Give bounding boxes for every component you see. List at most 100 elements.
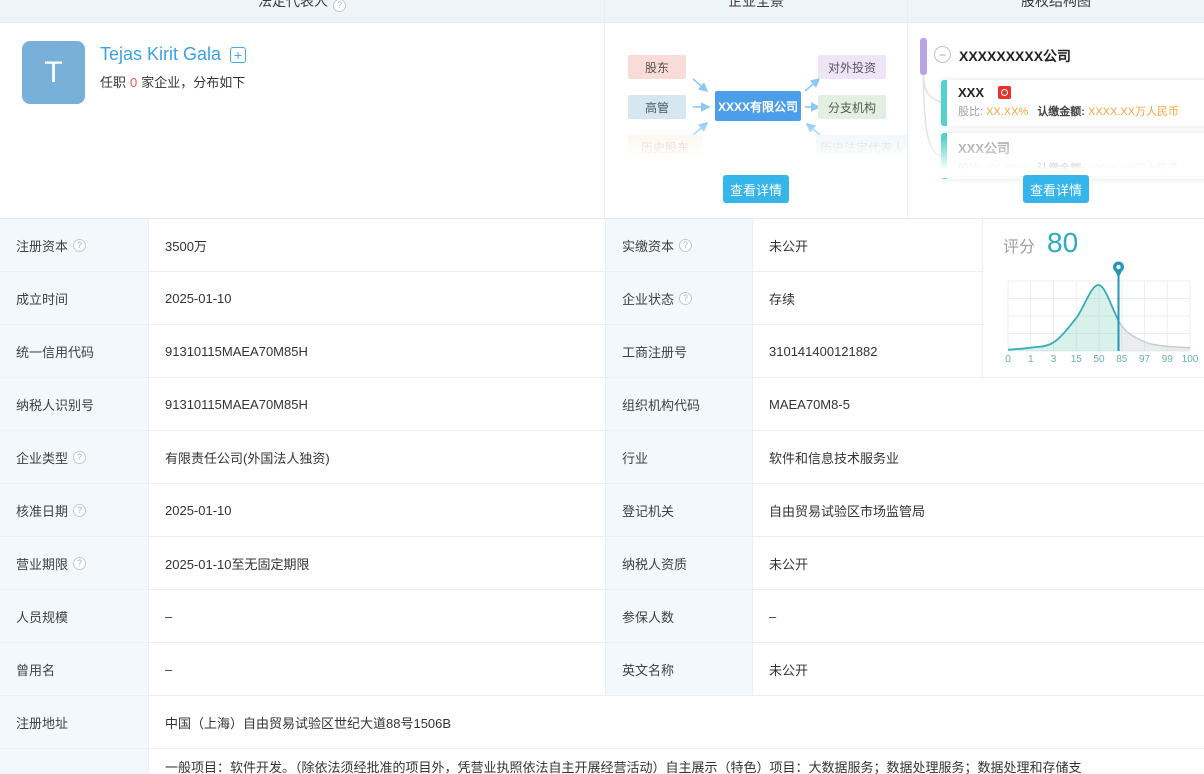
svg-text:3: 3 [1051, 354, 1057, 365]
panorama-panel: 企业全景 股东 高管 历史股东 XXXX有限公司 对外投资 分支机构 历史法定代… [605, 0, 908, 218]
equity-panel: 股权结构图 XXXXXXXXX公司 XXX 股比:XX.XX% 认缴金额:XXX… [908, 0, 1204, 218]
equity-ratio: XX.XX% [986, 163, 1028, 175]
table-row: 曾用名 – 英文名称 未公开 [0, 643, 1204, 696]
svg-text:1: 1 [1028, 354, 1034, 365]
help-icon[interactable] [73, 451, 86, 464]
company-count: 0 [130, 75, 137, 90]
help-icon[interactable] [73, 239, 86, 252]
equity-root-company[interactable]: XXXXXXXXX公司 [959, 46, 1071, 66]
equity-ratio: XX.XX% [986, 106, 1028, 118]
score-label: 评分 [1003, 233, 1035, 257]
help-icon[interactable] [73, 504, 86, 517]
top-section: 法定代表人 T Tejas Kirit Gala 任职0家企业，分布如下 企业全… [0, 0, 1204, 219]
legal-rep-panel: 法定代表人 T Tejas Kirit Gala 任职0家企业，分布如下 [0, 0, 605, 218]
legal-rep-header: 法定代表人 [0, 0, 604, 23]
svg-text:15: 15 [1071, 354, 1083, 365]
field-label: 参保人数 [605, 590, 752, 642]
field-label: 工商注册号 [605, 325, 752, 377]
field-label: 成立时间 [0, 272, 148, 324]
field-value: 中国（上海）自由贸易试验区世纪大道88号1506B [148, 696, 1204, 748]
svg-text:85: 85 [1116, 354, 1128, 365]
field-label: 实缴资本 [605, 219, 752, 271]
field-label: 纳税人资质 [605, 537, 752, 589]
table-row: 注册地址 中国（上海）自由贸易试验区世纪大道88号1506B [0, 696, 1204, 749]
panorama-detail-button[interactable]: 查看详情 [723, 175, 789, 203]
score-chart-cell: 评分 80 0131550859799100 [982, 219, 1204, 378]
field-label: 企业类型 [0, 431, 148, 483]
field-value: 一般项目：软件开发。（除依法须经批准的项目外，凭营业执照依法自主开展经营活动）自… [148, 749, 1204, 774]
equity-child-name[interactable]: XXX [958, 85, 984, 100]
field-value: 91310115MAEA70M85H [148, 325, 605, 377]
avatar: T [22, 41, 85, 104]
legal-rep-summary: 任职0家企业，分布如下 [100, 72, 245, 91]
field-value: 自由贸易试验区市场监管局 [752, 484, 1204, 536]
equity-detail-button[interactable]: 查看详情 [1023, 175, 1089, 203]
node-executives[interactable]: 高管 [628, 95, 686, 119]
field-label: 统一信用代码 [0, 325, 148, 377]
field-label: 注册资本 [0, 219, 148, 271]
table-row: 纳税人识别号 91310115MAEA70M85H 组织机构代码 MAEA70M… [0, 378, 1204, 431]
help-icon[interactable] [333, 0, 346, 12]
field-label: 注册地址 [0, 696, 148, 748]
node-company-center[interactable]: XXXX有限公司 [715, 91, 801, 121]
svg-text:100: 100 [1182, 354, 1199, 365]
legal-rep-name[interactable]: Tejas Kirit Gala [100, 44, 221, 65]
company-info-table: 评分 80 0131550859799100 注册资本 3500万 实缴资本 未… [0, 219, 1204, 774]
table-row: 营业期限 2025-01-10至无固定期限 纳税人资质 未公开 [0, 537, 1204, 590]
equity-root-bar [920, 38, 927, 75]
field-value: 2025-01-10 [148, 272, 605, 324]
field-label: 组织机构代码 [605, 378, 752, 430]
field-value: 未公开 [752, 537, 1204, 589]
svg-text:99: 99 [1162, 354, 1174, 365]
svg-text:97: 97 [1139, 354, 1151, 365]
table-row: 核准日期 2025-01-10 登记机关 自由贸易试验区市场监管局 [0, 484, 1204, 537]
field-value: MAEA70M8-5 [752, 378, 1204, 430]
add-monitor-icon[interactable] [230, 47, 246, 63]
field-label: 行业 [605, 431, 752, 483]
score-distribution-chart: 0131550859799100 [1003, 259, 1195, 367]
help-icon[interactable] [679, 239, 692, 252]
node-outbound-investment[interactable]: 对外投资 [818, 55, 886, 79]
collapse-icon[interactable] [934, 46, 951, 63]
node-shareholders[interactable]: 股东 [628, 55, 686, 79]
field-value: 2025-01-10至无固定期限 [148, 537, 605, 589]
field-value: – [752, 590, 1204, 642]
node-branches[interactable]: 分支机构 [818, 95, 886, 119]
equity-child-row[interactable]: XXX 股比:XX.XX% 认缴金额:XXXX.XX万人民币 [941, 80, 1204, 126]
table-row: 一般项目：软件开发。（除依法须经批准的项目外，凭营业执照依法自主开展经营活动）自… [0, 749, 1204, 774]
table-row: 企业类型 有限责任公司(外国法人独资) 行业 软件和信息技术服务业 [0, 431, 1204, 484]
help-icon[interactable] [679, 292, 692, 305]
field-value: 2025-01-10 [148, 484, 605, 536]
avatar-letter: T [44, 56, 62, 90]
svg-text:0: 0 [1005, 354, 1011, 365]
field-value: – [148, 590, 605, 642]
field-label: 纳税人识别号 [0, 378, 148, 430]
field-label: 人员规模 [0, 590, 148, 642]
field-label: 曾用名 [0, 643, 148, 695]
equity-child-bar [941, 80, 947, 126]
equity-header: 股权结构图 [908, 0, 1204, 23]
field-value: – [148, 643, 605, 695]
help-icon[interactable] [73, 557, 86, 570]
table-row: 人员规模 – 参保人数 – [0, 590, 1204, 643]
legal-rep-name-link[interactable]: Tejas Kirit Gala [100, 44, 246, 65]
equity-header-label: 股权结构图 [1021, 0, 1091, 9]
field-label: 营业期限 [0, 537, 148, 589]
equity-child-row[interactable]: XXX公司 股比:XX.XX% 认缴金额:XXXX.XX万人民币 [941, 133, 1204, 179]
field-label: 核准日期 [0, 484, 148, 536]
field-value: 3500万 [148, 219, 605, 271]
field-value: 有限责任公司(外国法人独资) [148, 431, 605, 483]
field-value: 91310115MAEA70M85H [148, 378, 605, 430]
field-label: 登记机关 [605, 484, 752, 536]
score-value: 80 [1047, 227, 1078, 259]
panorama-header: 企业全景 [605, 0, 907, 23]
equity-amount: XXXX.XX万人民币 [1088, 163, 1179, 175]
field-label: 英文名称 [605, 643, 752, 695]
panorama-header-label: 企业全景 [728, 0, 784, 9]
field-value: 软件和信息技术服务业 [752, 431, 1204, 483]
actual-controller-icon [998, 86, 1011, 99]
equity-child-name[interactable]: XXX公司 [958, 138, 1010, 157]
node-history-shareholders[interactable]: 历史股东 [628, 135, 702, 159]
node-history-legal-rep[interactable]: 历史法定代表人 [816, 135, 908, 159]
legal-rep-header-label: 法定代表人 [258, 0, 328, 9]
